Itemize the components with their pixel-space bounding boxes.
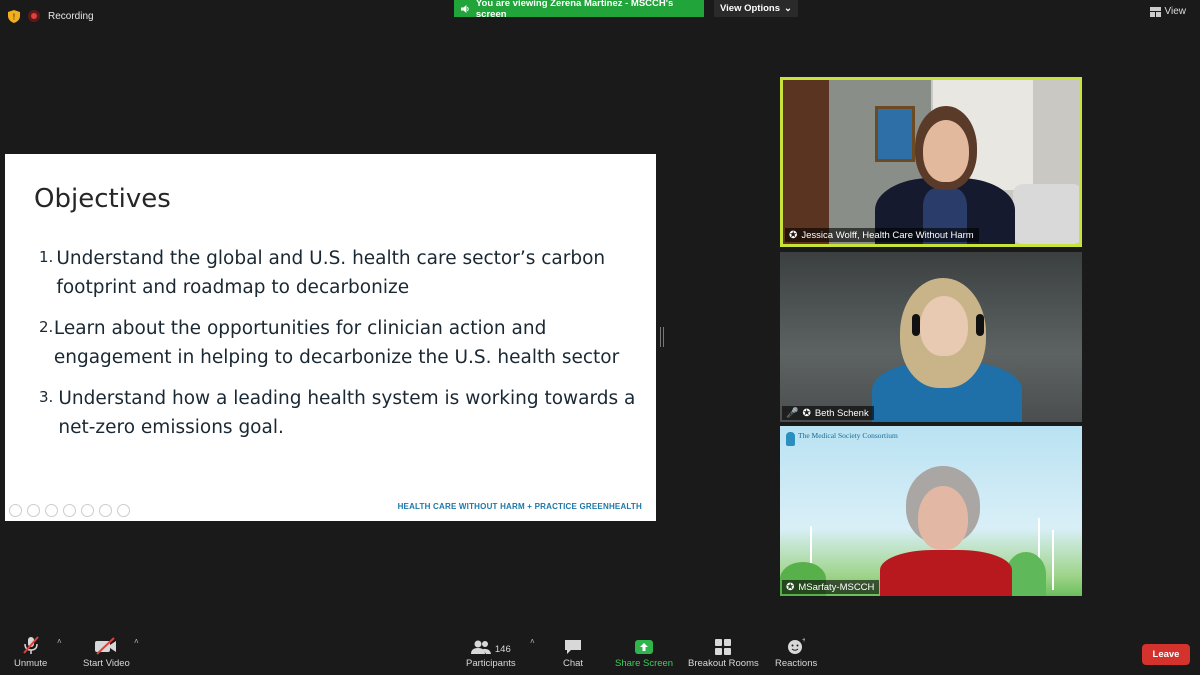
- speaker-icon: [460, 4, 469, 13]
- slide-title: Objectives: [34, 184, 171, 214]
- chevron-down-icon: ⌄: [784, 3, 792, 14]
- chat-icon: [564, 633, 582, 655]
- muted-mic-icon: [21, 633, 41, 655]
- video-off-icon: [94, 633, 118, 655]
- participant-name: MSarfaty-MSCCH: [798, 581, 875, 593]
- wind-turbine: [1052, 530, 1054, 590]
- chat-label: Chat: [563, 658, 584, 669]
- video-options-caret-icon[interactable]: ˄: [134, 637, 139, 646]
- resize-handle[interactable]: [660, 327, 664, 347]
- grid-view-icon: [1149, 6, 1161, 17]
- banner-text: You are viewing Zerena Martinez - MSCCH'…: [475, 0, 674, 20]
- list-item: 1. Understand the global and U.S. health…: [39, 244, 639, 302]
- prev-slide-icon[interactable]: [9, 504, 22, 517]
- leave-label: Leave: [1152, 649, 1180, 660]
- pin-icon: ✪: [786, 581, 795, 593]
- item-number: 2.: [39, 318, 54, 336]
- person-body: [880, 550, 1012, 596]
- breakout-rooms-icon: [715, 633, 732, 655]
- grid-icon[interactable]: [63, 504, 76, 517]
- slide-footer: HEALTH CARE WITHOUT HARM + PRACTICE GREE…: [397, 502, 642, 511]
- slide-controls: [9, 504, 130, 517]
- headset-earpiece: [976, 314, 984, 336]
- record-icon: [28, 10, 40, 22]
- reactions-icon: +: [787, 633, 805, 655]
- recording-label: Recording: [48, 10, 94, 22]
- share-screen-icon: [634, 633, 654, 655]
- video-tile[interactable]: The Medical Society Consortium ✪ MSarfat…: [780, 426, 1082, 596]
- wall-painting: [875, 106, 915, 162]
- participants-count: 146: [494, 644, 511, 655]
- pin-icon: ✪: [789, 229, 798, 241]
- participants-label: Participants: [466, 658, 516, 669]
- item-number: 3.: [39, 388, 54, 406]
- participant-name-tag: ✪ MSarfaty-MSCCH: [782, 580, 880, 594]
- person-face: [920, 296, 968, 356]
- participant-name: Beth Schenk: [814, 407, 869, 419]
- svg-text:!: !: [13, 12, 16, 21]
- video-tile-active-speaker[interactable]: ✪ Jessica Wolff, Health Care Without Har…: [780, 77, 1082, 247]
- headset-icon: [912, 314, 920, 336]
- screen-share-banner: You are viewing Zerena Martinez - MSCCH'…: [454, 0, 704, 20]
- reactions-button[interactable]: + Reactions: [775, 633, 817, 669]
- meeting-toolbar: Unmute ˄ Start Video ˄ 146 Participants …: [0, 633, 1200, 675]
- video-tile[interactable]: 🎤 ✪ Beth Schenk: [780, 252, 1082, 422]
- participant-name-tag: 🎤 ✪ Beth Schenk: [782, 406, 874, 420]
- medical-society-logo-icon: [786, 432, 795, 446]
- breakout-rooms-button[interactable]: Breakout Rooms: [688, 633, 759, 669]
- bookshelf: [783, 80, 829, 244]
- item-number: 1.: [39, 248, 54, 266]
- shared-screen-slide: Objectives 1. Understand the global and …: [5, 154, 656, 521]
- item-text: Understand the global and U.S. health ca…: [56, 248, 606, 298]
- reactions-label: Reactions: [775, 658, 818, 669]
- view-label: View: [1164, 6, 1187, 17]
- person-face: [923, 120, 969, 182]
- participants-caret-icon[interactable]: ˄: [530, 637, 535, 646]
- participants-button[interactable]: 146 Participants: [466, 633, 516, 669]
- unmute-label: Unmute: [14, 658, 48, 669]
- next-slide-icon[interactable]: [27, 504, 40, 517]
- pin-icon: ✪: [802, 407, 811, 419]
- view-button[interactable]: View: [1149, 6, 1187, 17]
- breakout-rooms-label: Breakout Rooms: [688, 658, 759, 669]
- share-screen-button[interactable]: Share Screen: [615, 633, 673, 669]
- participant-name-tag: ✪ Jessica Wolff, Health Care Without Har…: [785, 228, 979, 242]
- list-item: 2. Learn about the opportunities for cli…: [39, 314, 639, 372]
- armchair: [1013, 184, 1079, 244]
- participant-name: Jessica Wolff, Health Care Without Harm: [801, 229, 974, 241]
- share-screen-label: Share Screen: [615, 658, 674, 669]
- objectives-list: 1. Understand the global and U.S. health…: [39, 244, 639, 454]
- logo-text: The Medical Society Consortium: [798, 431, 898, 440]
- item-text: Learn about the opportunities for clinic…: [53, 318, 620, 368]
- tree: [1006, 552, 1046, 596]
- shield-icon[interactable]: !: [8, 9, 20, 23]
- unmute-button[interactable]: Unmute: [14, 633, 47, 669]
- view-options-button[interactable]: View Options ⌄: [714, 0, 798, 17]
- list-item: 3. Understand how a leading health syste…: [39, 384, 639, 442]
- view-options-label: View Options: [720, 3, 781, 14]
- start-video-label: Start Video: [83, 658, 130, 669]
- zoom-icon[interactable]: [81, 504, 94, 517]
- chat-button[interactable]: Chat: [563, 633, 583, 669]
- leave-button[interactable]: Leave: [1142, 644, 1190, 665]
- person-face: [918, 486, 968, 550]
- participants-icon: 146: [470, 633, 511, 655]
- audio-options-caret-icon[interactable]: ˄: [57, 637, 62, 646]
- muted-mic-icon: 🎤: [786, 407, 799, 419]
- more-icon[interactable]: [117, 504, 130, 517]
- subtitles-icon[interactable]: [99, 504, 112, 517]
- recording-indicator[interactable]: ! Recording: [8, 8, 94, 24]
- item-text: Understand how a leading health system i…: [58, 388, 636, 438]
- svg-text:+: +: [802, 637, 805, 644]
- pen-icon[interactable]: [45, 504, 58, 517]
- start-video-button[interactable]: Start Video: [83, 633, 130, 669]
